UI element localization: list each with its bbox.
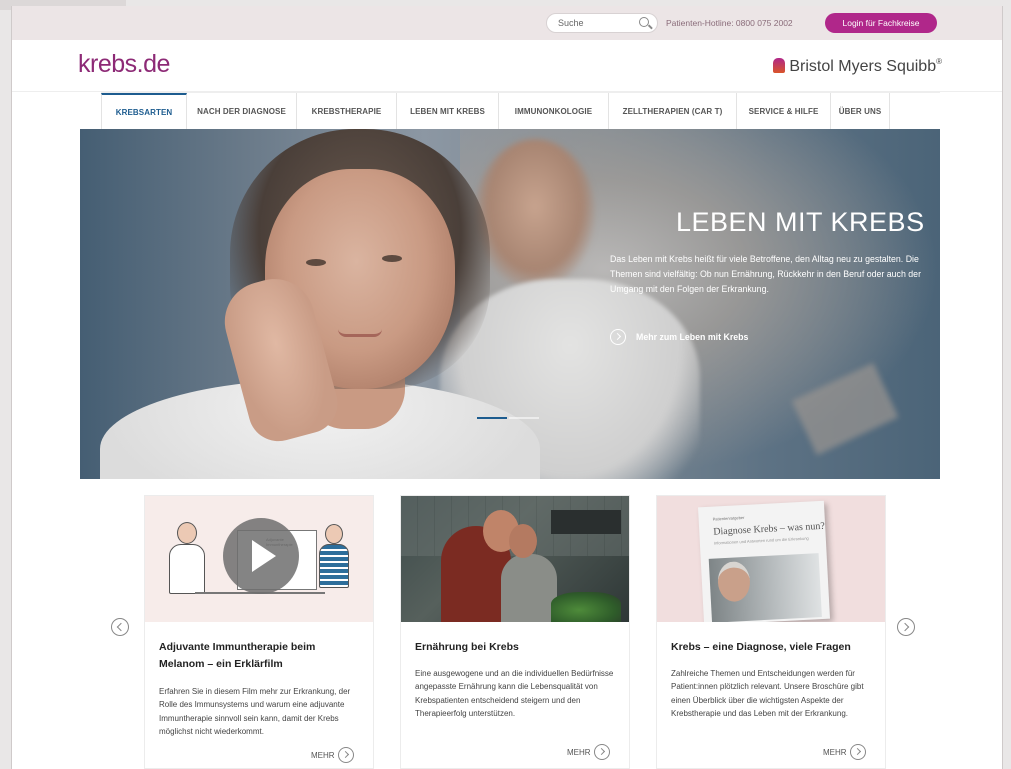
hero-slider[interactable]: LEBEN MIT KREBS Das Leben mit Krebs heiß… <box>80 129 940 479</box>
card-image-brochure: Patientenratgeber Diagnose Krebs – was n… <box>657 496 885 622</box>
teaser-card-brochure[interactable]: Patientenratgeber Diagnose Krebs – was n… <box>657 496 885 768</box>
kitchen-shelf <box>551 510 621 534</box>
photo-man-2-head <box>509 524 537 558</box>
carousel-next-button[interactable] <box>897 618 915 636</box>
nav-item-krebsarten[interactable]: KREBSARTEN <box>101 93 187 130</box>
hero-more-link[interactable]: Mehr zum Leben mit Krebs <box>610 329 748 345</box>
brand-registered-mark: ® <box>936 57 942 66</box>
nav-item-krebstherapie[interactable]: KREBSTHERAPIE <box>297 93 397 130</box>
site-header: krebs.de Bristol Myers Squibb® <box>12 40 1002 92</box>
teaser-card-video[interactable]: Adjuvante Immuntherapie Adjuvante Immunt… <box>145 496 373 768</box>
photo-man-2 <box>501 554 557 622</box>
chevron-circle-right-icon <box>593 744 610 760</box>
doctor-body <box>169 544 205 594</box>
brochure-subtitle: Informationen und Antworten rund um die … <box>713 535 809 546</box>
nav-item-immunonkologie[interactable]: IMMUNONKOLOGIE <box>499 93 609 130</box>
card-image-illustration: Adjuvante Immuntherapie <box>145 496 373 622</box>
patient-body <box>319 544 349 588</box>
nav-item-ueber-uns[interactable]: ÜBER UNS <box>831 93 890 130</box>
nav-item-leben-mit-krebs[interactable]: LEBEN MIT KREBS <box>397 93 499 130</box>
slider-indicators <box>477 417 539 419</box>
nav-item-nach-der-diagnose[interactable]: NACH DER DIAGNOSE <box>187 93 297 130</box>
page-frame: Suche Patienten-Hotline: 0800 075 2002 L… <box>11 6 1003 769</box>
card-title[interactable]: Adjuvante Immuntherapie beim Melanom – e… <box>159 639 359 673</box>
nav-item-zelltherapien[interactable]: ZELLTHERAPIEN (CAR T) <box>609 93 737 130</box>
nav-item-service-hilfe[interactable]: SERVICE & HILFE <box>737 93 831 130</box>
slider-indicator-2[interactable] <box>509 417 539 419</box>
bms-icon <box>773 58 786 73</box>
card-more-link[interactable]: MEHR <box>567 744 610 760</box>
carousel-prev-button[interactable] <box>111 618 129 636</box>
search-placeholder: Suche <box>558 18 584 28</box>
search-field[interactable]: Suche <box>546 13 658 33</box>
photo-vegetables <box>551 592 621 622</box>
card-text: Eine ausgewogene und an die individuelle… <box>415 669 614 718</box>
chevron-circle-right-icon <box>610 329 626 345</box>
brochure-kicker: Patientenratgeber <box>712 514 745 522</box>
hero-eye-left <box>306 259 326 266</box>
card-text: Erfahren Sie in diesem Film mehr zur Erk… <box>159 687 351 736</box>
hero-mouth <box>338 329 382 337</box>
card-title[interactable]: Ernährung bei Krebs <box>415 639 615 656</box>
hero-man-head <box>475 139 595 289</box>
patient-head <box>325 524 343 544</box>
hero-more-label: Mehr zum Leben mit Krebs <box>636 332 749 342</box>
hero-text: Das Leben mit Krebs heißt für viele Betr… <box>610 254 922 294</box>
chevron-circle-right-icon <box>337 747 354 763</box>
more-label: MEHR <box>823 747 847 757</box>
main-nav: KREBSARTEN NACH DER DIAGNOSE KREBSTHERAP… <box>101 92 940 130</box>
teaser-card-nutrition[interactable]: Ernährung bei Krebs Eine ausgewogene und… <box>401 496 629 768</box>
card-title[interactable]: Krebs – eine Diagnose, viele Fragen <box>671 639 871 656</box>
hero-title: LEBEN MIT KREBS <box>676 207 925 237</box>
illustration-doctor <box>167 522 209 596</box>
illustration-patient <box>315 524 357 614</box>
brand-logo[interactable]: Bristol Myers Squibb® <box>773 57 942 76</box>
card-image-photo-kitchen <box>401 496 629 622</box>
more-label: MEHR <box>567 747 591 757</box>
card-more-link[interactable]: MEHR <box>311 747 354 763</box>
card-text: Zahlreiche Themen und Entscheidungen wer… <box>671 669 864 718</box>
play-icon[interactable] <box>223 518 299 594</box>
doctor-head <box>177 522 197 544</box>
login-button[interactable]: Login für Fachkreise <box>825 13 937 33</box>
brand-name: Bristol Myers Squibb <box>789 58 937 75</box>
card-more-link[interactable]: MEHR <box>823 744 866 760</box>
chevron-circle-right-icon <box>849 744 866 760</box>
slider-indicator-1[interactable] <box>477 417 507 419</box>
site-logo[interactable]: krebs.de <box>78 50 170 79</box>
utility-bar: Suche Patienten-Hotline: 0800 075 2002 L… <box>12 6 1002 40</box>
hero-eye-right <box>382 255 402 262</box>
patient-hotline[interactable]: Patienten-Hotline: 0800 075 2002 <box>666 18 793 28</box>
search-icon[interactable] <box>639 17 649 27</box>
brochure-cover: Patientenratgeber Diagnose Krebs – was n… <box>697 500 831 622</box>
more-label: MEHR <box>311 750 335 760</box>
